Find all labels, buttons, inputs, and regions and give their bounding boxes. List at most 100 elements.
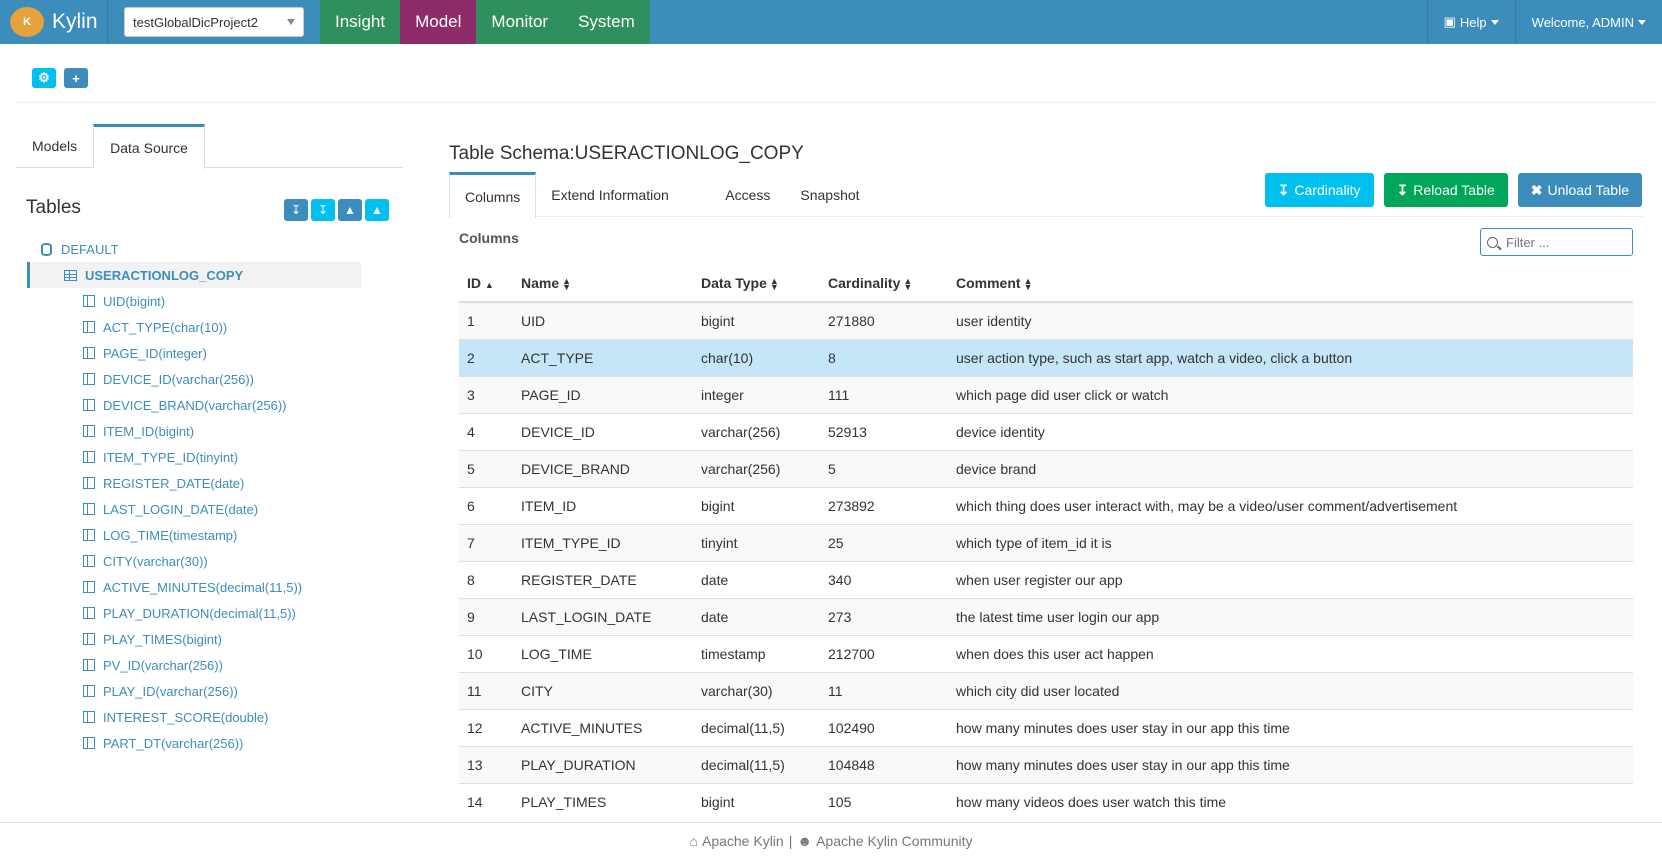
table-row[interactable]: 9 LAST_LOGIN_DATE date 273 the latest time u… xyxy=(459,597,1633,635)
tab-extend-information[interactable]: Extend Information xyxy=(536,172,700,217)
project-select[interactable]: testGlobalDicProject2 xyxy=(124,7,304,37)
tree-column-item[interactable]: CITY(varchar(30)) xyxy=(27,548,361,574)
nav-tab-model[interactable]: Model xyxy=(400,0,477,44)
cardinality-button[interactable]: ↧ Cardinality xyxy=(1264,173,1374,207)
footer-apache-kylin-link[interactable]: Apache Kylin xyxy=(702,833,784,849)
header-name[interactable]: Name ▲ ▼ xyxy=(513,264,693,303)
model-options-button[interactable]: ⚙ xyxy=(32,68,56,88)
tree-column-item[interactable]: PART_DT(varchar(256)) xyxy=(27,730,361,756)
users-icon: ☻ xyxy=(797,832,813,849)
filter-input[interactable] xyxy=(1506,234,1626,250)
tree-column-item[interactable]: DEVICE_BRAND(varchar(256)) xyxy=(27,392,361,418)
cell-id: 11 xyxy=(459,671,513,709)
database-name: DEFAULT xyxy=(61,241,119,257)
tab-models[interactable]: Models xyxy=(16,124,93,167)
nav-tab-system[interactable]: System xyxy=(563,0,650,44)
header-data-type[interactable]: Data Type ▲ ▼ xyxy=(693,264,820,303)
table-row[interactable]: 13 PLAY_DURATION decimal(11,5) 104848 how ma… xyxy=(459,745,1633,783)
book-icon: ▣ xyxy=(1443,14,1456,29)
database-icon xyxy=(41,242,52,256)
reload-label: Reload Table xyxy=(1413,182,1495,198)
tree-column-item[interactable]: LAST_LOGIN_DATE(date) xyxy=(27,496,361,522)
kylin-logo-icon: K xyxy=(10,7,44,37)
tables-actions: ↧ ↧ ▲ ▲ xyxy=(284,199,389,221)
cell-name: LAST_LOGIN_DATE xyxy=(513,597,693,635)
cell-name: ACT_TYPE xyxy=(513,338,693,376)
columns-section-label: Columns xyxy=(459,230,519,246)
cell-cardinality: 25 xyxy=(820,523,948,561)
table-row[interactable]: 2 ACT_TYPE char(10) 8 user action type, such… xyxy=(459,338,1633,376)
project-select-value: testGlobalDicProject2 xyxy=(133,14,258,30)
tree-column-item[interactable]: ITEM_TYPE_ID(tinyint) xyxy=(27,444,361,470)
tree-column-label: REGISTER_DATE(date) xyxy=(103,475,245,491)
tree-column-label: ACTIVE_MINUTES(decimal(11,5)) xyxy=(103,579,303,595)
tree-column-item[interactable]: UID(bigint) xyxy=(27,288,361,314)
table-row[interactable]: 1 UID bigint 271880 user identity xyxy=(459,301,1633,339)
table-row[interactable]: 7 ITEM_TYPE_ID tinyint 25 which type of item… xyxy=(459,523,1633,561)
cell-comment: device identity xyxy=(948,412,1633,450)
tree-column-item[interactable]: DEVICE_ID(varchar(256)) xyxy=(27,366,361,392)
unload-table-button[interactable]: ✖ Unload Table xyxy=(1517,173,1642,207)
reload-table-button[interactable]: ↧ Reload Table xyxy=(1383,173,1508,207)
cell-cardinality: 11 xyxy=(820,671,948,709)
table-row[interactable]: 11 CITY varchar(30) 11 which city did user l… xyxy=(459,671,1633,709)
brand[interactable]: K Kylin xyxy=(0,0,108,44)
help-menu[interactable]: ▣ Help xyxy=(1426,0,1515,44)
tab-columns[interactable]: Columns xyxy=(449,172,537,218)
tables-title: Tables xyxy=(26,197,81,218)
cell-name: UID xyxy=(513,301,693,339)
tree-column-item[interactable]: ACTIVE_MINUTES(decimal(11,5)) xyxy=(27,574,361,600)
cell-cardinality: 52913 xyxy=(820,412,948,450)
table-row[interactable]: 6 ITEM_ID bigint 273892 which thing does use… xyxy=(459,486,1633,524)
tree-column-item[interactable]: PAGE_ID(integer) xyxy=(27,340,361,366)
table-name: USERACTIONLOG_COPY xyxy=(85,267,244,283)
cell-name: PLAY_TIMES xyxy=(513,782,693,820)
table-row[interactable]: 14 PLAY_TIMES bigint 105 how many videos doe… xyxy=(459,782,1633,820)
nav-tab-monitor[interactable]: Monitor xyxy=(476,0,564,44)
tree-column-item[interactable]: PLAY_ID(varchar(256)) xyxy=(27,678,361,704)
table-row[interactable]: 5 DEVICE_BRAND varchar(256) 5 device brand xyxy=(459,449,1633,487)
tree-column-item[interactable]: ITEM_ID(bigint) xyxy=(27,418,361,444)
table-tree: DEFAULT USERACTIONLOG_COPY UID(bigint) AC… xyxy=(27,236,361,756)
tree-column-item[interactable]: PV_ID(varchar(256)) xyxy=(27,652,361,678)
gears-icon: ⚙ xyxy=(38,70,50,85)
download-icon: ↧ xyxy=(1277,181,1290,198)
tree-column-item[interactable]: LOG_TIME(timestamp) xyxy=(27,522,361,548)
table-row[interactable]: 4 DEVICE_ID varchar(256) 52913 device identi… xyxy=(459,412,1633,450)
tree-table-selected[interactable]: USERACTIONLOG_COPY xyxy=(27,262,361,288)
chevron-down-icon xyxy=(1638,19,1646,25)
schema-title: Table Schema:USERACTIONLOG_COPY xyxy=(449,143,804,164)
add-model-button[interactable]: + xyxy=(64,68,88,88)
header-id-label: ID xyxy=(467,274,481,291)
tree-column-item[interactable]: PLAY_TIMES(bigint) xyxy=(27,626,361,652)
table-row[interactable]: 12 ACTIVE_MINUTES decimal(11,5) 102490 how m… xyxy=(459,708,1633,746)
tree-column-item[interactable]: INTEREST_SCORE(double) xyxy=(27,704,361,730)
table-row[interactable]: 10 LOG_TIME timestamp 212700 when does this … xyxy=(459,634,1633,672)
cell-name: PLAY_DURATION xyxy=(513,745,693,783)
cell-cardinality: 271880 xyxy=(820,301,948,339)
tab-snapshot[interactable]: Snapshot xyxy=(785,172,874,217)
table-row[interactable]: 3 PAGE_ID integer 111 which page did user cl… xyxy=(459,375,1633,413)
header-comment[interactable]: Comment ▲ ▼ xyxy=(948,264,1633,303)
tree-database[interactable]: DEFAULT xyxy=(27,236,361,262)
tab-data-source[interactable]: Data Source xyxy=(93,124,205,169)
add-kafka-table-button[interactable]: ▲ xyxy=(365,199,389,221)
table-row[interactable]: 8 REGISTER_DATE date 340 when user register … xyxy=(459,560,1633,598)
tree-column-item[interactable]: REGISTER_DATE(date) xyxy=(27,470,361,496)
add-streaming-table-button[interactable]: ▲ xyxy=(338,199,362,221)
header-id[interactable]: ID ▲ xyxy=(459,264,513,303)
footer-community-link[interactable]: Apache Kylin Community xyxy=(816,833,972,849)
tree-column-item[interactable]: ACT_TYPE(char(10)) xyxy=(27,314,361,340)
welcome-label: Welcome, ADMIN xyxy=(1531,14,1634,30)
tab-access[interactable]: Access xyxy=(710,172,785,217)
header-cardinality[interactable]: Cardinality ▲ ▼ xyxy=(820,264,948,303)
plus-icon: + xyxy=(72,70,80,86)
tree-column-item[interactable]: PLAY_DURATION(decimal(11,5)) xyxy=(27,600,361,626)
load-table-from-tree-button[interactable]: ↧ xyxy=(311,199,335,221)
nav-tab-insight[interactable]: Insight xyxy=(320,0,401,44)
cell-id: 10 xyxy=(459,634,513,672)
load-hive-table-button[interactable]: ↧ xyxy=(284,199,308,221)
user-menu[interactable]: Welcome, ADMIN xyxy=(1514,0,1662,44)
cell-comment: the latest time user login our app xyxy=(948,597,1633,635)
table-icon xyxy=(64,269,77,281)
